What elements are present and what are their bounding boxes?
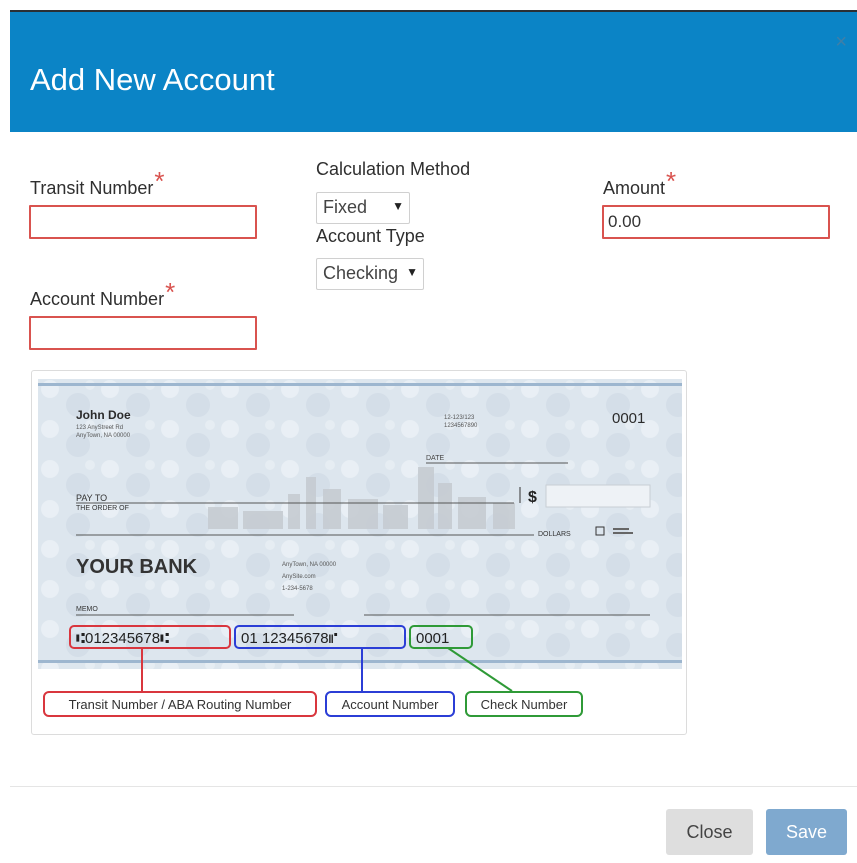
calculation-method-label: Calculation Method bbox=[316, 159, 471, 179]
check-illustration: John Doe 123 AnyStreet Rd AnyTown, NA 00… bbox=[31, 370, 687, 735]
required-marker: * bbox=[154, 166, 165, 196]
transit-number-input[interactable] bbox=[29, 205, 257, 239]
dialog-title: Add New Account bbox=[30, 62, 275, 97]
required-marker: * bbox=[666, 166, 677, 196]
account-callout-label: Account Number bbox=[342, 697, 439, 712]
transit-number-label: Transit Number* bbox=[30, 166, 165, 198]
close-button[interactable]: Close bbox=[666, 809, 753, 855]
caret-down-icon: ▼ bbox=[406, 265, 418, 279]
account-type-select[interactable]: Checking ▼ bbox=[316, 258, 424, 290]
check-number-callout-label: Check Number bbox=[481, 697, 568, 712]
account-type-label: Account Type bbox=[316, 226, 425, 246]
amount-label: Amount* bbox=[603, 166, 677, 198]
caret-down-icon: ▼ bbox=[392, 199, 404, 213]
callout-graphic: Transit Number / ABA Routing Number Acco… bbox=[43, 647, 583, 717]
footer-divider bbox=[10, 786, 857, 787]
top-border bbox=[0, 0, 857, 10]
dialog-header: Add New Account × bbox=[10, 10, 857, 132]
calculation-method-select[interactable]: Fixed ▼ bbox=[316, 192, 410, 224]
save-button[interactable]: Save bbox=[766, 809, 847, 855]
account-number-label: Account Number* bbox=[30, 277, 176, 309]
amount-input[interactable] bbox=[602, 205, 830, 239]
account-number-input[interactable] bbox=[29, 316, 257, 350]
routing-callout-label: Transit Number / ABA Routing Number bbox=[69, 697, 292, 712]
required-marker: * bbox=[165, 277, 176, 307]
close-icon[interactable]: × bbox=[835, 32, 847, 52]
